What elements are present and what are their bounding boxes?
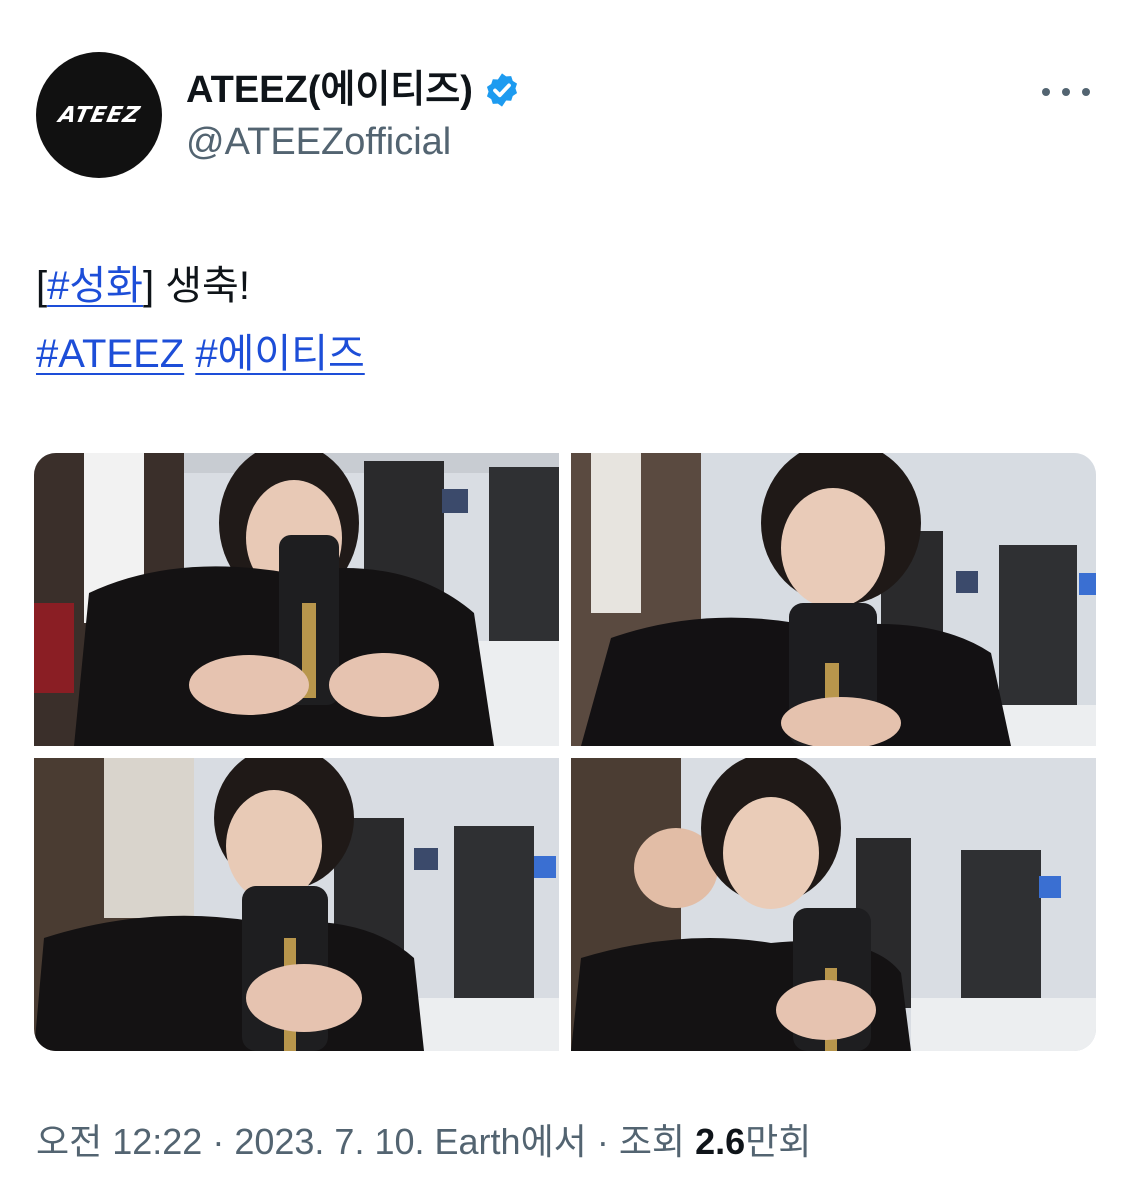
hashtag-ateez-link[interactable]: #ATEEZ xyxy=(36,332,184,376)
user-handle[interactable]: @ATEEZofficial xyxy=(186,120,451,164)
more-dot xyxy=(1062,88,1070,96)
tweet-time[interactable]: 오전 12:22 xyxy=(36,1121,202,1162)
photo-3[interactable] xyxy=(34,758,559,1051)
meta-separator: · xyxy=(586,1121,619,1162)
media-grid xyxy=(34,453,1096,1051)
hashtag-ateez-korean-link[interactable]: #에이티즈 xyxy=(195,332,364,376)
meta-separator: · xyxy=(202,1121,235,1162)
avatar[interactable]: ATEEZ xyxy=(36,52,162,178)
photo-1-image xyxy=(34,453,559,746)
tweet-source: Earth에서 xyxy=(424,1121,587,1162)
tweet-text: [#성화] 생축! #ATEEZ #에이티즈 xyxy=(36,252,1096,388)
tweet-header: ATEEZ ATEEZ(에이티즈) @ATEEZofficial xyxy=(36,52,1096,180)
photo-3-image xyxy=(34,758,559,1051)
photo-2[interactable] xyxy=(571,453,1096,746)
avatar-logo: ATEEZ xyxy=(55,102,143,128)
tweet-line-1: [#성화] 생축! xyxy=(36,252,1096,320)
tweet-date[interactable]: 2023. 7. 10. xyxy=(234,1121,424,1162)
views-count: 2.6 xyxy=(695,1121,746,1162)
photo-2-image xyxy=(571,453,1096,746)
photo-4[interactable] xyxy=(571,758,1096,1051)
more-dot xyxy=(1082,88,1090,96)
bracket-open: [ xyxy=(36,264,48,308)
hashtag-seonghwa-link[interactable]: #성화 xyxy=(47,264,143,308)
photo-1[interactable] xyxy=(34,453,559,746)
more-horizontal-icon[interactable] xyxy=(1042,74,1090,110)
views-label: 조회 xyxy=(618,1121,696,1162)
tweet-line-2: #ATEEZ #에이티즈 xyxy=(36,320,1096,388)
display-name[interactable]: ATEEZ(에이티즈) xyxy=(186,68,473,112)
views-unit: 만회 xyxy=(745,1121,812,1162)
tweet-meta: 오전 12:22 · 2023. 7. 10. Earth에서 · 조회 2.6… xyxy=(36,1118,811,1166)
bracket-close: ] xyxy=(142,264,155,308)
verified-badge-icon[interactable] xyxy=(483,71,521,109)
more-dot xyxy=(1042,88,1050,96)
photo-4-image xyxy=(571,758,1096,1051)
tweet-body-text: 생축! xyxy=(154,264,250,308)
name-row: ATEEZ(에이티즈) xyxy=(186,68,521,112)
